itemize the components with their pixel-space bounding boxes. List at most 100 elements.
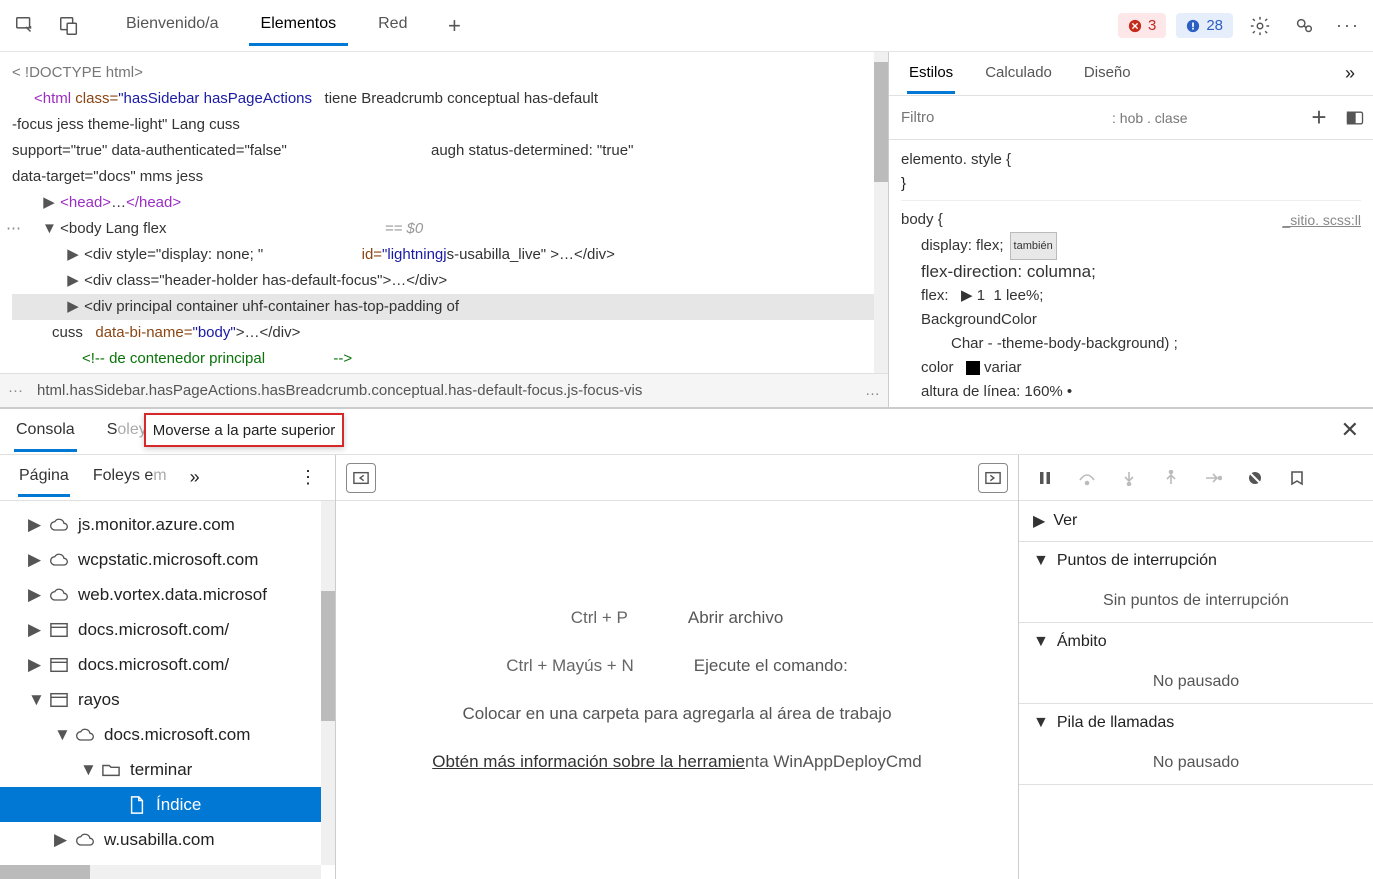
dom-tree[interactable]: < !DOCTYPE html> <html class="hasSidebar… (0, 52, 888, 372)
tab-calculado[interactable]: Calculado (983, 54, 1054, 94)
tree-item[interactable]: ▼docs.microsoft.com (0, 717, 335, 752)
collapse-icon[interactable]: ▼ (1033, 714, 1049, 732)
ellipsis-icon[interactable]: ⋯ (6, 216, 21, 242)
tree-item[interactable]: ▶w.usabilla.com (0, 822, 335, 857)
inspect-element-icon[interactable] (8, 9, 42, 43)
expand-icon[interactable]: ▼ (80, 760, 92, 780)
scroll-left-icon[interactable]: ··· (8, 382, 23, 399)
tree-item-selected[interactable]: Índice (0, 787, 335, 822)
device-toggle-icon[interactable] (52, 9, 86, 43)
section-header-breakpoints[interactable]: ▼Puntos de interrupción (1019, 542, 1373, 580)
tab-red[interactable]: Red (366, 5, 419, 46)
html-tag-row[interactable]: <html class="hasSidebar hasPageActions t… (12, 86, 876, 112)
learn-more-link[interactable]: Obtén más información sobre la herramie (432, 752, 745, 771)
expand-icon[interactable]: ▶ (54, 830, 66, 850)
breakpoints-section: ▼Puntos de interrupción Sin puntos de in… (1019, 542, 1373, 623)
context-menu-item[interactable]: Moverse a la parte superior (144, 413, 344, 447)
collapse-icon[interactable]: ▼ (1033, 552, 1049, 570)
body-row[interactable]: ⋯ ▼ <body Lang flex == $0 (12, 216, 876, 242)
more-tabs-icon[interactable]: » (190, 467, 200, 488)
more-tabs-icon[interactable]: » (1345, 63, 1355, 84)
section-header-ver[interactable]: ▶Ver (1019, 501, 1373, 541)
main-toolbar: Bienvenido/a Elementos Red + 3 28 ··· (0, 0, 1373, 52)
step-over-icon[interactable] (1077, 468, 1097, 488)
dom-breadcrumb[interactable]: ··· html.hasSidebar.hasPageActions.hasBr… (0, 373, 888, 407)
hov-cls-hint[interactable]: : hob . clase (1112, 110, 1301, 126)
tree-item[interactable]: ▶docs.microsoft.com/ (0, 612, 335, 647)
styles-filter-input[interactable] (889, 96, 1112, 139)
expand-icon[interactable]: ▶ (28, 515, 40, 535)
expand-icon[interactable]: ▶ (66, 268, 80, 294)
head-row[interactable]: ▶ <head>…</head> (12, 190, 876, 216)
tree-item[interactable]: ▶web.vortex.data.microsof (0, 577, 335, 612)
toggle-classes-icon[interactable] (1337, 100, 1373, 136)
div1-row[interactable]: ▶ <div style="display: none; " id="light… (12, 242, 876, 268)
expand-icon[interactable]: ▼ (28, 690, 40, 710)
tree-item[interactable]: ▼terminar (0, 752, 335, 787)
error-count-badge[interactable]: 3 (1118, 13, 1166, 38)
color-swatch[interactable] (966, 361, 980, 375)
pause-exceptions-icon[interactable] (1287, 468, 1307, 488)
flex-badge[interactable]: también (1010, 232, 1057, 260)
comment-row[interactable]: <!-- de contenedor principal --> (12, 346, 876, 372)
expand-icon[interactable]: ▶ (28, 585, 40, 605)
tree-hscrollbar[interactable] (0, 865, 321, 879)
tree-vscrollbar[interactable] (321, 501, 335, 865)
deactivate-bp-icon[interactable] (1245, 468, 1265, 488)
expand-icon[interactable]: ▶ (961, 287, 973, 304)
nav-more-icon[interactable]: ⋮ (299, 467, 317, 488)
expand-icon[interactable]: ▶ (66, 294, 80, 320)
debugger-toolbar (1019, 455, 1373, 501)
tree-item[interactable]: ▶docs.microsoft.com/ (0, 647, 335, 682)
tree-item[interactable]: ▶ wcpstatic.microsoft.com (0, 542, 335, 577)
section-header-scope[interactable]: ▼Ámbito (1019, 623, 1373, 661)
scroll-right-icon[interactable]: … (865, 382, 880, 399)
div3b-row[interactable]: cuss data-bi-name="body">…</div> (12, 320, 876, 346)
tree-item[interactable]: ▶js.monitor.azure.com (0, 507, 335, 542)
feedback-icon[interactable] (1287, 9, 1321, 43)
tree-item-label: wcpstatic.microsoft.com (78, 550, 258, 570)
file-tree[interactable]: ▶js.monitor.azure.com▶wcpstatic.microsof… (0, 501, 335, 879)
close-drawer-icon[interactable]: ✕ (1341, 417, 1359, 443)
section-header-callstack[interactable]: ▼Pila de llamadas (1019, 704, 1373, 742)
step-icon[interactable] (1203, 468, 1223, 488)
shortcut-text: Ctrl + P (571, 608, 628, 628)
expand-icon[interactable]: ▶ (42, 190, 56, 216)
expand-icon[interactable]: ▶ (28, 620, 40, 640)
message-count: 28 (1206, 17, 1223, 34)
tab-bienvenido[interactable]: Bienvenido/a (114, 5, 231, 46)
tab-diseno[interactable]: Diseño (1082, 54, 1133, 94)
window-icon (48, 622, 70, 638)
expand-icon[interactable]: ▶ (1033, 511, 1045, 531)
source-link[interactable]: _sitio. scss:ll (1282, 208, 1361, 232)
more-menu-icon[interactable]: ··· (1331, 9, 1365, 43)
div2-row[interactable]: ▶ <div class="header-holder has-default-… (12, 268, 876, 294)
show-debugger-icon[interactable] (978, 463, 1008, 493)
tab-estilos[interactable]: Estilos (907, 54, 955, 94)
step-out-icon[interactable] (1161, 468, 1181, 488)
tab-elementos[interactable]: Elementos (249, 5, 349, 46)
expand-icon[interactable]: ▶ (66, 242, 80, 268)
window-icon (48, 692, 70, 708)
doctype-row[interactable]: < !DOCTYPE html> (12, 60, 876, 86)
style-rules[interactable]: elemento. style { } body {_sitio. scss:l… (889, 140, 1373, 407)
expand-icon[interactable]: ▼ (54, 725, 66, 745)
elements-scrollbar[interactable] (874, 52, 888, 407)
tab-consola[interactable]: Consola (14, 411, 77, 452)
step-into-icon[interactable] (1119, 468, 1139, 488)
add-tab-icon[interactable]: + (437, 9, 471, 43)
settings-icon[interactable] (1243, 9, 1277, 43)
styles-filter-row: : hob . clase + (889, 96, 1373, 140)
div3-row-selected[interactable]: ▶ <div principal container uhf-container… (12, 294, 876, 320)
new-style-rule-icon[interactable]: + (1301, 100, 1337, 136)
tab-filesystem[interactable]: Foleys em (92, 458, 168, 497)
expand-icon[interactable]: ▶ (28, 550, 40, 570)
tree-item[interactable]: ▼rayos (0, 682, 335, 717)
collapse-icon[interactable]: ▼ (42, 216, 56, 242)
show-navigator-icon[interactable] (346, 463, 376, 493)
pause-icon[interactable] (1035, 468, 1055, 488)
message-count-badge[interactable]: 28 (1176, 13, 1233, 38)
expand-icon[interactable]: ▶ (28, 655, 40, 675)
tab-pagina[interactable]: Página (18, 458, 70, 497)
collapse-icon[interactable]: ▼ (1033, 633, 1049, 651)
